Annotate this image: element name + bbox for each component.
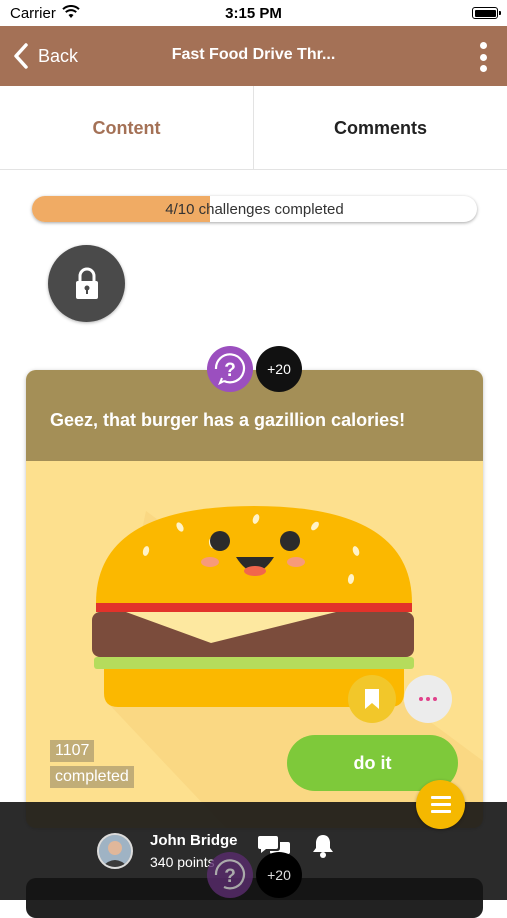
tab-comments[interactable]: Comments	[254, 86, 507, 170]
challenge-card[interactable]: Geez, that burger has a gazillion calori…	[26, 370, 483, 828]
user-points: 340 points	[150, 854, 215, 870]
challenge-title: Geez, that burger has a gazillion calori…	[50, 410, 406, 430]
user-name: John Bridge	[150, 832, 238, 849]
nav-bar: Back Fast Food Drive Thr...	[0, 26, 507, 86]
hamburger-menu-icon	[430, 796, 451, 799]
avatar[interactable]	[97, 833, 133, 869]
bell-icon[interactable]	[311, 833, 335, 859]
menu-fab-button[interactable]	[416, 780, 465, 829]
bookmark-icon	[365, 689, 379, 709]
page-title: Fast Food Drive Thr...	[171, 46, 336, 63]
card-header: Geez, that burger has a gazillion calori…	[26, 370, 483, 461]
completed-label: completed	[50, 766, 134, 788]
back-button[interactable]: Back	[12, 40, 78, 72]
locked-badge	[48, 245, 125, 322]
next-points-badge: +20	[256, 852, 302, 898]
battery-icon	[472, 7, 501, 19]
svg-text:?: ?	[224, 866, 236, 887]
question-mark-icon: ?	[214, 353, 246, 386]
completed-count: 1107	[50, 740, 95, 762]
challenge-type-badge: ?	[207, 346, 253, 392]
tab-bar: Content Comments	[0, 86, 507, 170]
card-more-button[interactable]	[404, 675, 452, 723]
lock-icon	[75, 267, 98, 299]
user-avatar-image	[99, 835, 131, 867]
progress-label: 4/10 challenges completed	[165, 201, 344, 218]
clock: 3:15 PM	[225, 5, 282, 22]
back-label: Back	[38, 45, 79, 66]
points-badge: +20	[256, 346, 302, 392]
challenges-progress-bar: 4/10 challenges completed	[32, 196, 477, 222]
more-options-button[interactable]	[477, 42, 489, 72]
vertical-dots-icon	[479, 42, 487, 49]
tab-content[interactable]: Content	[0, 86, 254, 170]
question-mark-icon: ?	[214, 859, 246, 890]
next-challenge-type-badge: ?	[207, 852, 253, 898]
horizontal-dots-icon	[419, 697, 423, 701]
status-bar: Carrier 3:15 PM	[0, 0, 507, 26]
bookmark-button[interactable]	[348, 675, 396, 723]
svg-text:?: ?	[224, 360, 236, 381]
chevron-left-icon	[14, 43, 28, 69]
